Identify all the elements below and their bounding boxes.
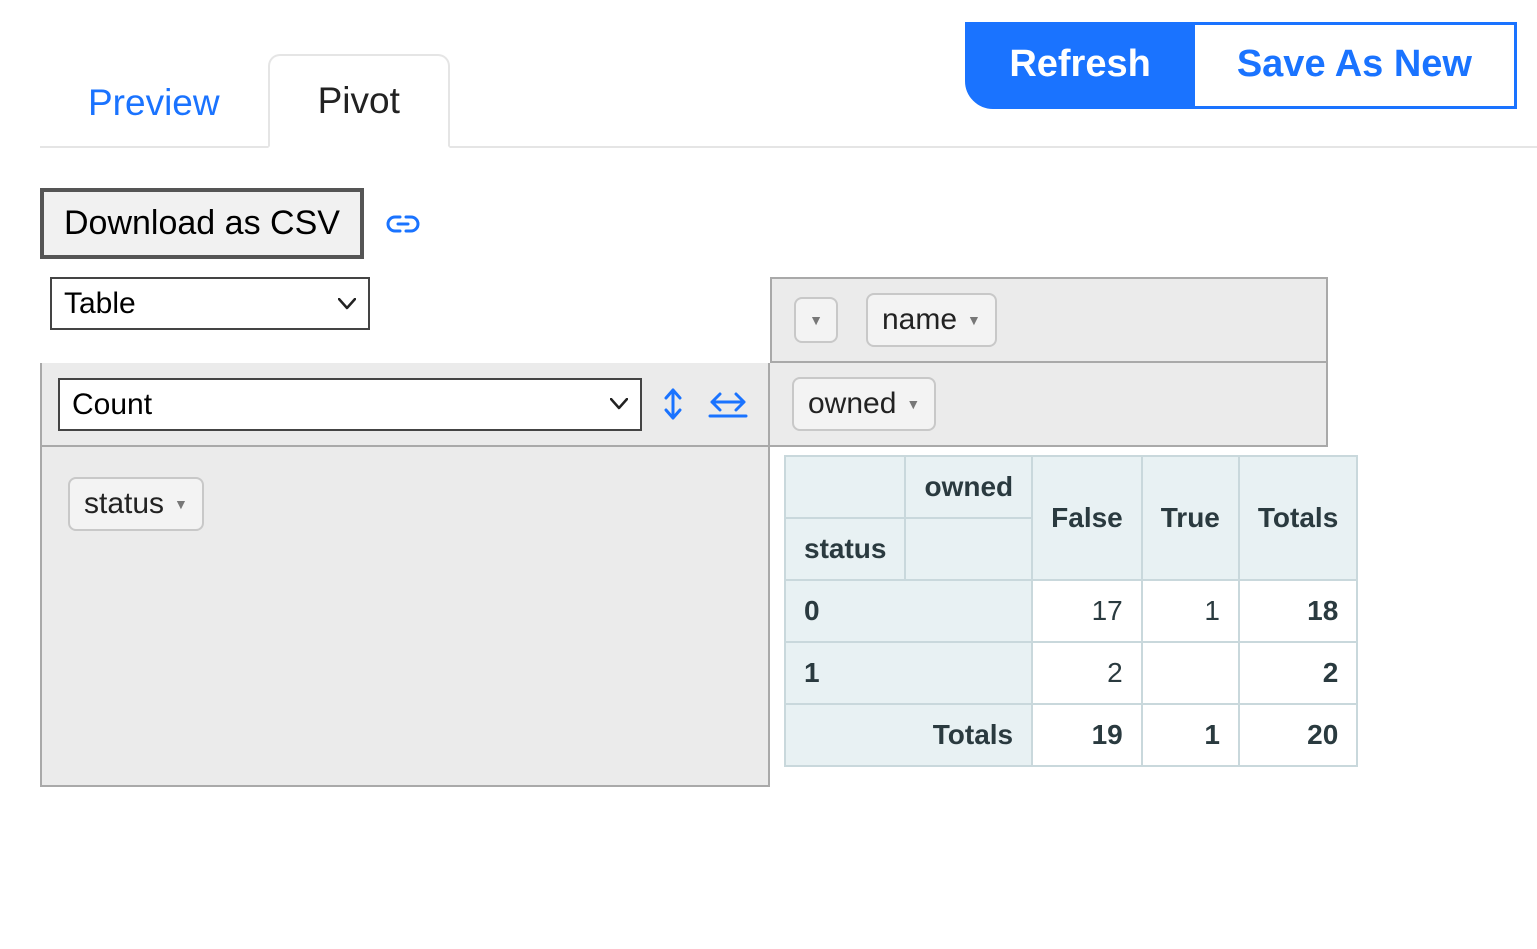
grand-total: 20	[1239, 704, 1357, 766]
table-row: 1 2 2	[785, 642, 1357, 704]
empty-cell	[905, 518, 1032, 580]
column-fields-zone-2[interactable]: owned ▼	[770, 363, 1328, 447]
sort-cols-button[interactable]	[704, 385, 752, 423]
row-fields-zone[interactable]: status ▼	[40, 447, 770, 787]
tab-pivot[interactable]: Pivot	[268, 54, 450, 148]
row-total: 18	[1239, 580, 1357, 642]
table-row: 0 17 1 18	[785, 580, 1357, 642]
refresh-button[interactable]: Refresh	[965, 22, 1195, 109]
triangle-down-icon: ▼	[809, 312, 823, 328]
col-axis-label: owned	[905, 456, 1032, 518]
field-label: name	[882, 303, 957, 337]
row-total: 2	[1239, 642, 1357, 704]
col-header: False	[1032, 456, 1142, 580]
totals-header: Totals	[1239, 456, 1357, 580]
row-axis-label: status	[785, 518, 905, 580]
save-as-new-button[interactable]: Save As New	[1195, 22, 1517, 109]
download-csv-button[interactable]: Download as CSV	[40, 188, 364, 259]
field-pill-name[interactable]: name ▼	[866, 293, 997, 347]
column-fields-zone[interactable]: ▼ name ▼	[770, 277, 1328, 363]
unused-field-dropdown[interactable]: ▼	[794, 297, 838, 343]
col-total: 19	[1032, 704, 1142, 766]
cell	[1142, 642, 1239, 704]
col-total: 1	[1142, 704, 1239, 766]
pivot-result-table: owned False True Totals status 0	[784, 455, 1358, 767]
totals-label: Totals	[785, 704, 1032, 766]
renderer-select[interactable]: Table	[50, 277, 370, 330]
row-key: 1	[785, 642, 1032, 704]
link-icon[interactable]	[386, 213, 420, 235]
field-pill-owned[interactable]: owned ▼	[792, 377, 936, 431]
aggregator-select[interactable]: Count	[58, 378, 642, 431]
field-label: owned	[808, 387, 896, 421]
cell: 1	[1142, 580, 1239, 642]
field-label: status	[84, 487, 164, 521]
empty-corner	[785, 456, 905, 518]
row-key: 0	[785, 580, 1032, 642]
triangle-down-icon: ▼	[967, 312, 981, 328]
col-header: True	[1142, 456, 1239, 580]
tab-preview[interactable]: Preview	[40, 58, 268, 148]
triangle-down-icon: ▼	[906, 396, 920, 412]
triangle-down-icon: ▼	[174, 496, 188, 512]
totals-row: Totals 19 1 20	[785, 704, 1357, 766]
field-pill-status[interactable]: status ▼	[68, 477, 204, 531]
cell: 17	[1032, 580, 1142, 642]
cell: 2	[1032, 642, 1142, 704]
sort-rows-button[interactable]	[656, 383, 690, 425]
